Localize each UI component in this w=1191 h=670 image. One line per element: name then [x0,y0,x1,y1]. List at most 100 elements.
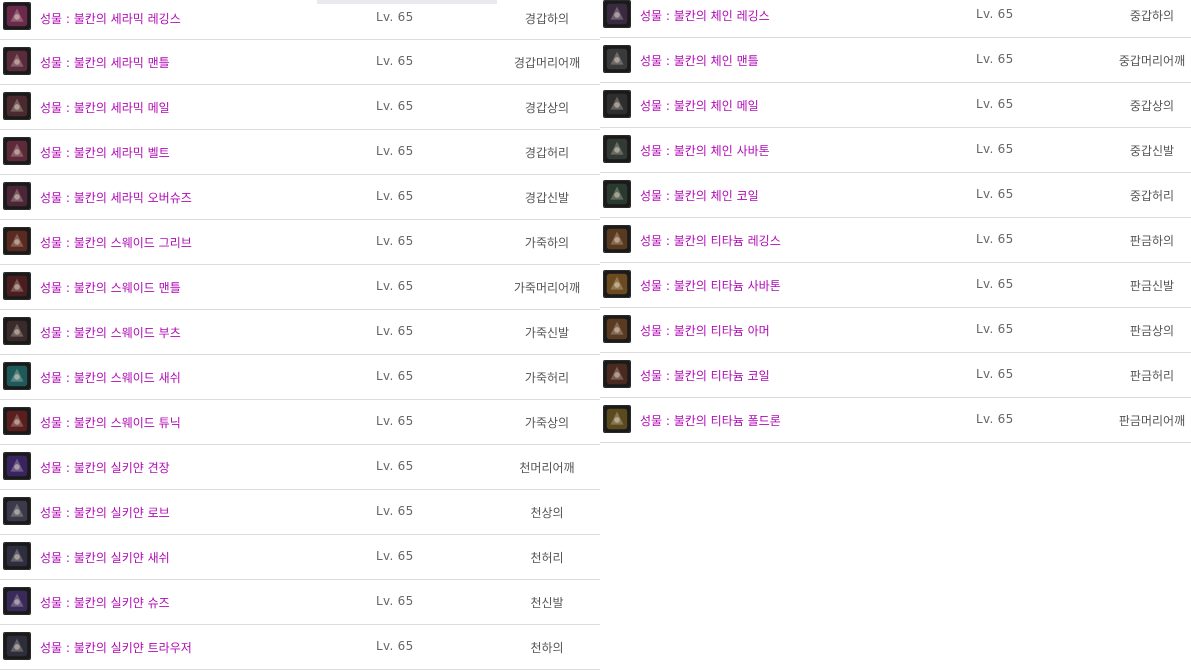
sabaton-icon[interactable] [603,135,631,163]
belt-icon[interactable] [3,137,31,165]
item-row[interactable]: 성물 : 불칸의 티타늄 사바톤 Lv. 65 판금신발 [600,263,1191,308]
item-row[interactable]: 성물 : 불칸의 티타늄 레깅스 Lv. 65 판금하의 [600,218,1191,263]
item-type: 경갑하의 [524,12,570,26]
coil-icon[interactable] [603,180,631,208]
armor-icon[interactable] [603,315,631,343]
mantle-icon[interactable] [3,47,31,75]
item-row[interactable]: 성물 : 불칸의 체인 사바톤 Lv. 65 중갑신발 [600,128,1191,173]
item-level: Lv. 65 [376,54,414,68]
leggings-icon[interactable] [603,225,631,253]
mail-icon[interactable] [3,92,31,120]
item-row[interactable]: 성물 : 불칸의 세라믹 메일 Lv. 65 경갑상의 [0,85,600,130]
item-row[interactable]: 성물 : 불칸의 스웨이드 튜닉 Lv. 65 가죽상의 [0,400,600,445]
item-row[interactable]: 성물 : 불칸의 체인 맨틀 Lv. 65 중갑머리어깨 [600,38,1191,83]
item-level: Lv. 65 [376,639,414,653]
item-type: 가죽허리 [524,371,570,385]
item-type: 판금신발 [1129,279,1175,293]
item-name-link[interactable]: 성물 : 불칸의 스웨이드 새쉬 [40,369,181,386]
item-name-link[interactable]: 성물 : 불칸의 스웨이드 튜닉 [40,414,181,431]
item-level: Lv. 65 [976,277,1014,291]
item-row[interactable]: 성물 : 불칸의 세라믹 오버슈즈 Lv. 65 경갑신발 [0,175,600,220]
item-name-link[interactable]: 성물 : 불칸의 체인 사바톤 [640,142,770,159]
item-row[interactable]: 성물 : 불칸의 실키얀 견장 Lv. 65 천머리어깨 [0,445,600,490]
item-type: 가죽상의 [524,416,570,430]
mail-icon[interactable] [603,90,631,118]
item-name-link[interactable]: 성물 : 불칸의 티타늄 코일 [640,367,770,384]
item-level: Lv. 65 [976,367,1014,381]
item-name-link[interactable]: 성물 : 불칸의 스웨이드 부츠 [40,324,181,341]
item-row[interactable]: 성물 : 불칸의 체인 레깅스 Lv. 65 중갑하의 [600,0,1191,38]
item-row[interactable]: 성물 : 불칸의 티타늄 폴드론 Lv. 65 판금머리어깨 [600,398,1191,443]
item-row[interactable]: 성물 : 불칸의 스웨이드 맨틀 Lv. 65 가죽머리어깨 [0,265,600,310]
item-type: 중갑하의 [1129,9,1175,23]
item-level: Lv. 65 [376,10,414,24]
shoes-icon[interactable] [3,182,31,210]
item-row[interactable]: 성물 : 불칸의 세라믹 벨트 Lv. 65 경갑허리 [0,130,600,175]
item-name-link[interactable]: 성물 : 불칸의 체인 맨틀 [640,52,759,69]
item-type: 중갑상의 [1129,99,1175,113]
leggings-icon[interactable] [603,0,631,28]
item-level: Lv. 65 [976,412,1014,426]
mantle-icon[interactable] [3,272,31,300]
shoes-icon[interactable] [3,587,31,615]
epaulette-icon[interactable] [3,452,31,480]
item-level: Lv. 65 [976,52,1014,66]
item-row[interactable]: 성물 : 불칸의 실키얀 새쉬 Lv. 65 천허리 [0,535,600,580]
item-name-link[interactable]: 성물 : 불칸의 티타늄 아머 [640,322,770,339]
item-name-link[interactable]: 성물 : 불칸의 체인 레깅스 [640,7,770,24]
item-row[interactable]: 성물 : 불칸의 티타늄 아머 Lv. 65 판금상의 [600,308,1191,353]
item-level: Lv. 65 [376,414,414,428]
item-type: 경갑신발 [524,191,570,205]
item-name-link[interactable]: 성물 : 불칸의 실키얀 슈즈 [40,594,170,611]
item-row[interactable]: 성물 : 불칸의 실키얀 로브 Lv. 65 천상의 [0,490,600,535]
item-name-link[interactable]: 성물 : 불칸의 실키얀 트라우저 [40,639,192,656]
item-type: 천상의 [530,506,564,520]
item-name-link[interactable]: 성물 : 불칸의 세라믹 맨틀 [40,54,170,71]
tunic-icon[interactable] [3,407,31,435]
item-row[interactable]: 성물 : 불칸의 세라믹 레깅스 Lv. 65 경갑하의 [0,0,600,40]
item-type: 중갑허리 [1129,189,1175,203]
item-row[interactable]: 성물 : 불칸의 체인 메일 Lv. 65 중갑상의 [600,83,1191,128]
item-name-link[interactable]: 성물 : 불칸의 세라믹 오버슈즈 [40,189,192,206]
item-name-link[interactable]: 성물 : 불칸의 세라믹 벨트 [40,144,170,161]
item-level: Lv. 65 [376,549,414,563]
item-type: 가죽신발 [524,326,570,340]
sash-icon[interactable] [3,362,31,390]
item-row[interactable]: 성물 : 불칸의 스웨이드 그리브 Lv. 65 가죽하의 [0,220,600,265]
pauldron-icon[interactable] [603,405,631,433]
item-row[interactable]: 성물 : 불칸의 실키얀 트라우저 Lv. 65 천하의 [0,625,600,670]
item-type: 판금하의 [1129,234,1175,248]
item-name-link[interactable]: 성물 : 불칸의 티타늄 레깅스 [640,232,781,249]
robe-icon[interactable] [3,497,31,525]
item-level: Lv. 65 [376,144,414,158]
item-name-link[interactable]: 성물 : 불칸의 스웨이드 그리브 [40,234,192,251]
mantle-icon[interactable] [603,45,631,73]
sash-icon[interactable] [3,542,31,570]
leggings-icon[interactable] [3,2,31,30]
item-row[interactable]: 성물 : 불칸의 체인 코일 Lv. 65 중갑허리 [600,173,1191,218]
sabaton-icon[interactable] [603,270,631,298]
item-name-link[interactable]: 성물 : 불칸의 체인 코일 [640,187,759,204]
coil-icon[interactable] [603,360,631,388]
item-name-link[interactable]: 성물 : 불칸의 실키얀 견장 [40,459,170,476]
item-name-link[interactable]: 성물 : 불칸의 실키얀 새쉬 [40,549,170,566]
item-level: Lv. 65 [376,369,414,383]
item-level: Lv. 65 [376,99,414,113]
trousers-icon[interactable] [3,632,31,660]
item-name-link[interactable]: 성물 : 불칸의 스웨이드 맨틀 [40,279,181,296]
item-row[interactable]: 성물 : 불칸의 스웨이드 부츠 Lv. 65 가죽신발 [0,310,600,355]
item-name-link[interactable]: 성물 : 불칸의 세라믹 메일 [40,99,170,116]
item-name-link[interactable]: 성물 : 불칸의 세라믹 레깅스 [40,10,181,27]
item-name-link[interactable]: 성물 : 불칸의 실키얀 로브 [40,504,170,521]
boots-icon[interactable] [3,317,31,345]
item-name-link[interactable]: 성물 : 불칸의 체인 메일 [640,97,759,114]
item-row[interactable]: 성물 : 불칸의 스웨이드 새쉬 Lv. 65 가죽허리 [0,355,600,400]
item-row[interactable]: 성물 : 불칸의 세라믹 맨틀 Lv. 65 경갑머리어깨 [0,40,600,85]
item-name-link[interactable]: 성물 : 불칸의 티타늄 폴드론 [640,412,781,429]
item-type: 중갑신발 [1129,144,1175,158]
item-row[interactable]: 성물 : 불칸의 실키얀 슈즈 Lv. 65 천신발 [0,580,600,625]
item-name-link[interactable]: 성물 : 불칸의 티타늄 사바톤 [640,277,781,294]
greaves-icon[interactable] [3,227,31,255]
item-row[interactable]: 성물 : 불칸의 티타늄 코일 Lv. 65 판금허리 [600,353,1191,398]
item-type: 가죽머리어깨 [513,281,581,295]
